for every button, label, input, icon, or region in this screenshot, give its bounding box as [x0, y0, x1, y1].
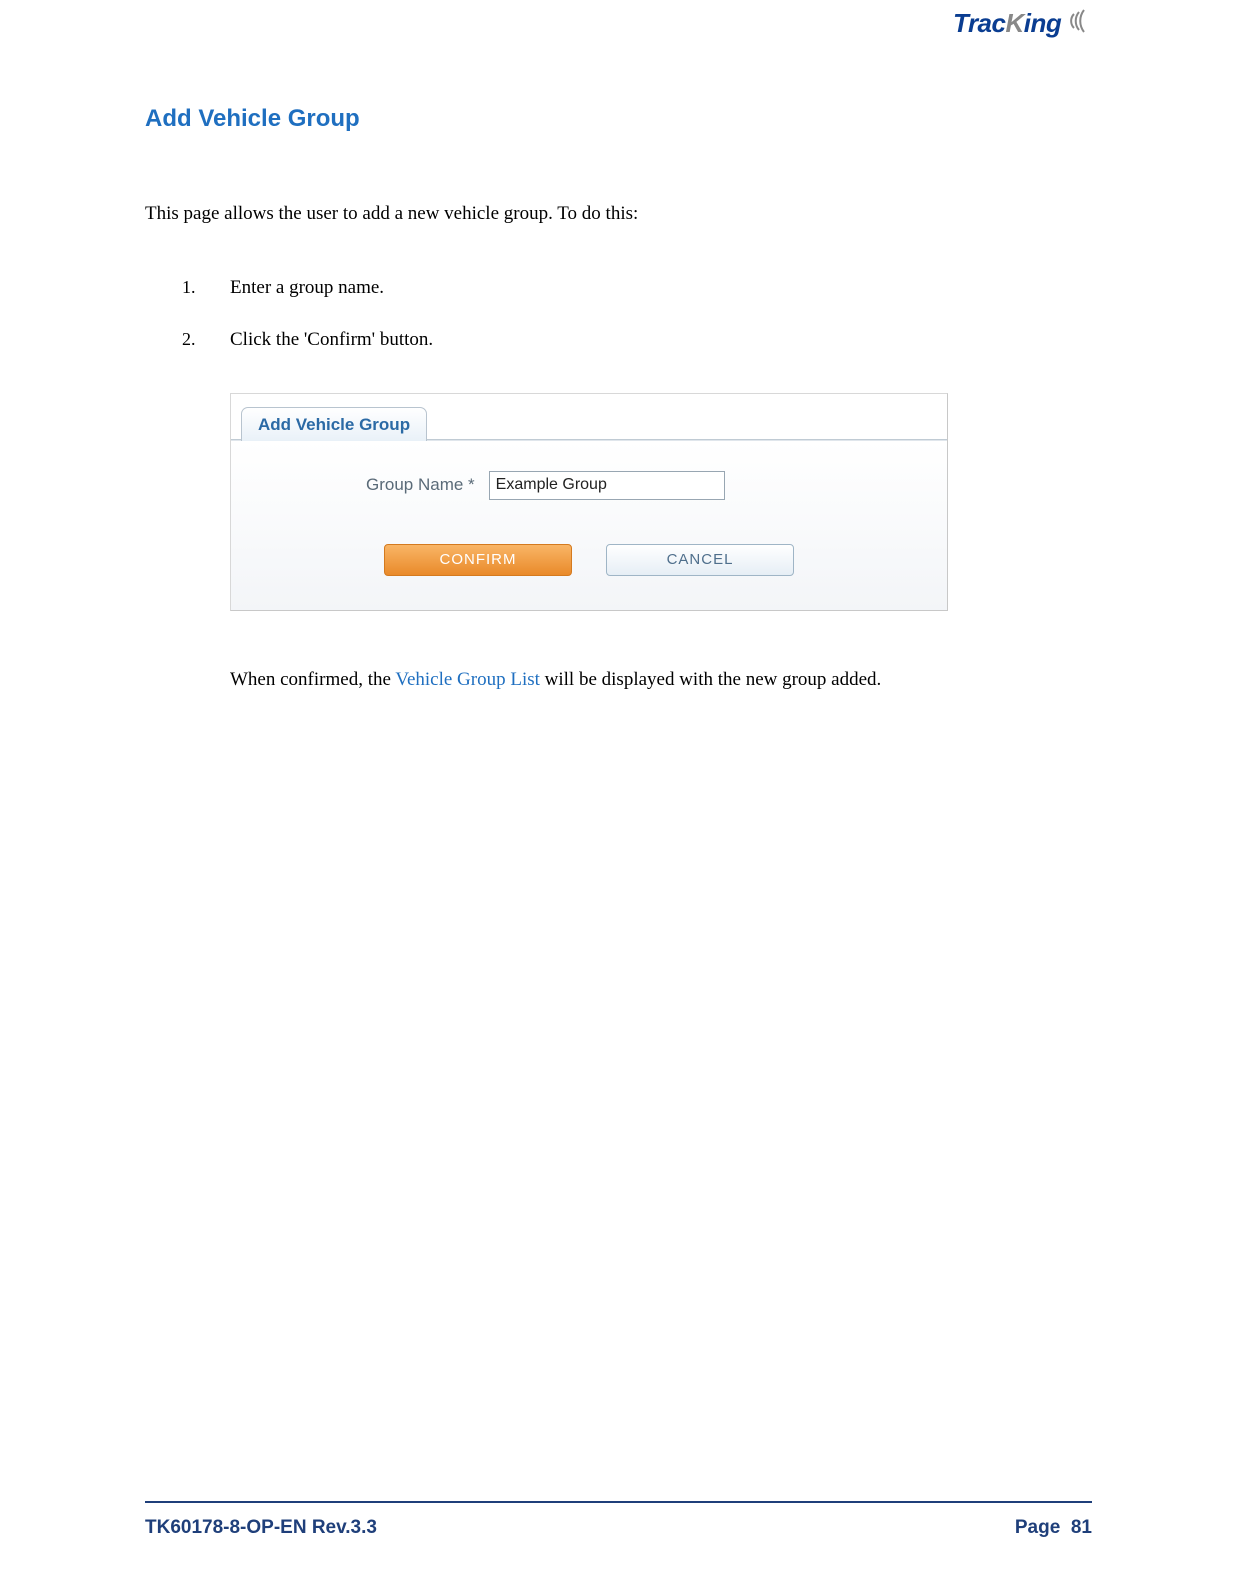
confirm-button[interactable]: CONFIRM [384, 544, 572, 576]
tab-add-vehicle-group[interactable]: Add Vehicle Group [241, 407, 427, 441]
vehicle-group-list-link[interactable]: Vehicle Group List [395, 669, 540, 690]
page-number: Page 81 [1015, 1517, 1092, 1539]
doc-id: TK60178-8-OP-EN Rev.3.3 [145, 1517, 377, 1539]
brand-part-ing: ing [1024, 8, 1062, 38]
confirm-note: When confirmed, the Vehicle Group List w… [230, 667, 1092, 694]
button-row: CONFIRM CANCEL [251, 544, 927, 576]
embedded-body: Group Name * CONFIRM CANCEL [231, 440, 947, 610]
note-suffix: will be displayed with the new group add… [540, 669, 881, 690]
step-item: Click the 'Confirm' button. [230, 328, 1092, 353]
brand-part-k: K [1005, 8, 1023, 38]
note-prefix: When confirmed, the [230, 669, 395, 690]
cancel-button[interactable]: CANCEL [606, 544, 794, 576]
tab-row: Add Vehicle Group [231, 394, 947, 440]
signal-waves-icon [1070, 8, 1092, 34]
group-name-input[interactable] [489, 471, 725, 500]
intro-text: This page allows the user to add a new v… [145, 201, 1092, 228]
page-title: Add Vehicle Group [145, 105, 1092, 133]
brand-part-trac: Trac [953, 8, 1005, 38]
embedded-form-screenshot: Add Vehicle Group Group Name * CONFIRM C… [230, 393, 948, 611]
steps-list: Enter a group name. Click the 'Confirm' … [145, 276, 1092, 353]
step-item: Enter a group name. [230, 276, 1092, 301]
brand-logo: TracKing [953, 8, 1092, 39]
footer-rule [145, 1501, 1092, 1503]
footer: TK60178-8-OP-EN Rev.3.3 Page 81 [145, 1517, 1092, 1539]
field-row: Group Name * [251, 471, 927, 500]
group-name-label: Group Name * [366, 475, 475, 495]
